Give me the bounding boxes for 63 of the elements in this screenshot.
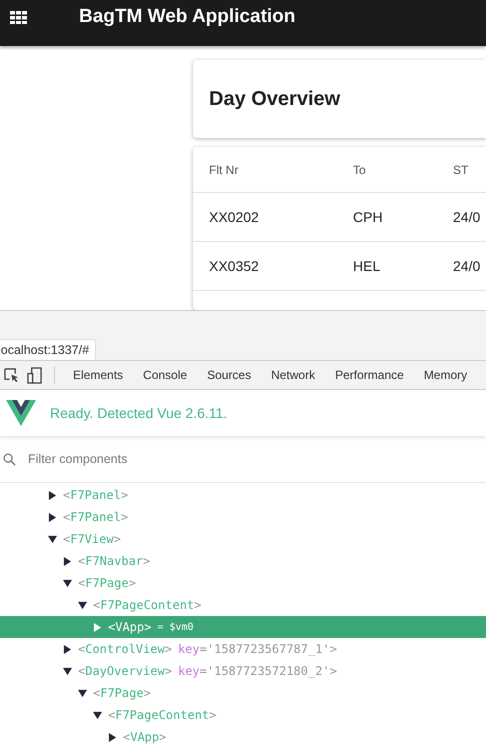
- devtools-tab[interactable]: Sources: [199, 361, 260, 389]
- table-cell-text: HEL: [353, 258, 382, 274]
- device-toggle-icon[interactable]: [27, 366, 42, 384]
- component-key: key='1587723572180_2'>: [178, 664, 337, 678]
- triangle-down-icon[interactable]: [78, 688, 87, 698]
- component-tree-item[interactable]: <F7Page>: [0, 572, 486, 594]
- inspect-icon[interactable]: [4, 368, 19, 382]
- component-name: <F7Navbar>: [78, 554, 150, 568]
- page-title: Day Overview: [209, 88, 340, 110]
- component-name: <VApp>: [123, 730, 166, 744]
- devtools-tab[interactable]: Console: [135, 361, 196, 389]
- component-tree-item[interactable]: <F7Page>: [0, 682, 486, 704]
- component-name: <F7Panel>: [63, 510, 128, 524]
- component-name: <DayOverview>: [78, 664, 172, 678]
- component-name: <F7Panel>: [63, 488, 128, 502]
- table-cell-text: 24/0: [453, 258, 482, 274]
- table-cell-text: XX0202: [209, 209, 260, 225]
- component-tree-item[interactable]: <VApp>: [0, 726, 486, 748]
- search-icon: [3, 452, 16, 466]
- component-name: <F7Page>: [78, 576, 136, 590]
- vue-logo-icon: [6, 400, 36, 426]
- vm-reference: = $vm0: [157, 622, 194, 632]
- table-cell-text: 24/0: [453, 209, 482, 225]
- triangle-down-icon[interactable]: [63, 666, 72, 676]
- component-tree-item[interactable]: <ControlView> key='1587723567787_1'>: [0, 638, 486, 660]
- filter-field[interactable]: Filter components: [26, 451, 191, 467]
- triangle-right-icon[interactable]: [48, 490, 57, 500]
- triangle-down-icon[interactable]: [48, 534, 57, 544]
- table-cell-text: XX0352: [209, 258, 260, 274]
- devtools-tab[interactable]: Performance: [327, 361, 412, 389]
- component-name: <F7View>: [63, 532, 121, 546]
- column-header: To: [353, 162, 367, 176]
- component-tree-item[interactable]: <F7Panel>: [0, 484, 486, 506]
- triangle-right-icon[interactable]: [48, 512, 57, 522]
- component-tree-item[interactable]: <F7PageContent>: [0, 594, 486, 616]
- component-tree-item[interactable]: <F7View>: [0, 528, 486, 550]
- devtools-tab[interactable]: Network: [263, 361, 324, 389]
- vue-status-text: Ready. Detected Vue 2.6.11.: [50, 405, 228, 421]
- component-name: <VApp>: [108, 620, 152, 634]
- apps-grid-icon[interactable]: [10, 10, 27, 24]
- triangle-right-icon[interactable]: [63, 644, 72, 654]
- column-header: ST: [453, 162, 470, 176]
- component-name: <ControlView>: [78, 642, 172, 656]
- component-name: <F7PageContent>: [93, 598, 202, 612]
- address-tab[interactable]: localhost:1337/#: [0, 339, 96, 360]
- component-name: <F7Page>: [93, 686, 151, 700]
- devtools-tab[interactable]: Memory: [416, 361, 476, 389]
- component-key: key='1587723567787_1'>: [178, 642, 337, 656]
- triangle-down-icon[interactable]: [78, 600, 87, 610]
- triangle-right-icon[interactable]: [108, 732, 117, 742]
- column-header: Flt Nr: [209, 162, 240, 176]
- triangle-down-icon[interactable]: [63, 578, 72, 588]
- component-tree-item[interactable]: <VApp> = $vm0: [0, 616, 486, 638]
- component-tree-item[interactable]: <F7Panel>: [0, 506, 486, 528]
- component-tree-item[interactable]: <F7Navbar>: [0, 550, 486, 572]
- table-cell-text: CPH: [353, 209, 384, 225]
- app-title: BagTM Web Application: [79, 6, 296, 28]
- devtools-tab[interactable]: Elements: [65, 361, 132, 389]
- component-name: <F7PageContent>: [108, 708, 216, 722]
- component-tree-item[interactable]: <DayOverview> key='1587723572180_2'>: [0, 660, 486, 682]
- component-tree-item[interactable]: <F7PageContent>: [0, 704, 486, 726]
- triangle-down-icon[interactable]: [93, 710, 102, 720]
- triangle-right-icon[interactable]: [63, 556, 72, 566]
